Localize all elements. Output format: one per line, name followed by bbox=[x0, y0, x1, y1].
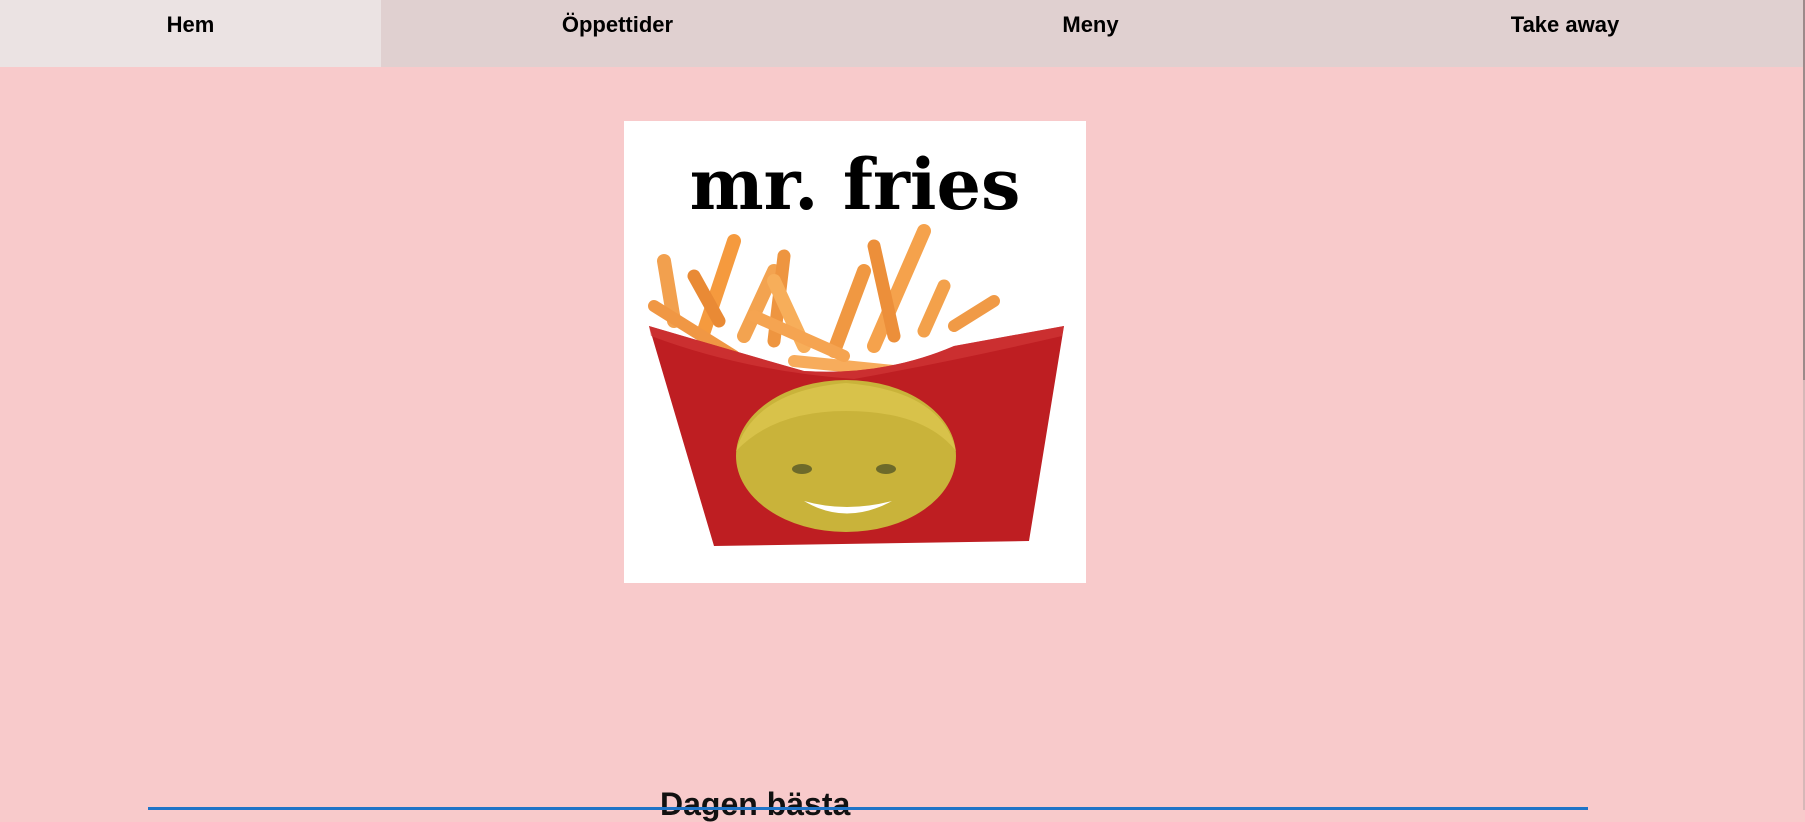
nav-item-hem[interactable]: Hem bbox=[0, 0, 381, 67]
nav-item-label: Hem bbox=[166, 12, 215, 37]
section-heading: Dagen bästa bbox=[660, 786, 851, 822]
top-navigation: Hem Öppettider Meny Take away bbox=[0, 0, 1803, 67]
logo-wordmark: mr. fries bbox=[690, 143, 1021, 226]
nav-item-take-away[interactable]: Take away bbox=[1327, 0, 1803, 67]
fries-box-logo-image: mr. fries bbox=[648, 143, 1064, 546]
logo-image: mr. fries bbox=[624, 121, 1086, 583]
nav-item-label: Take away bbox=[1510, 12, 1620, 37]
nav-item-oppettider[interactable]: Öppettider bbox=[381, 0, 854, 67]
nav-item-label: Meny bbox=[1062, 12, 1119, 37]
nav-item-meny[interactable]: Meny bbox=[854, 0, 1327, 67]
nav-item-label: Öppettider bbox=[561, 12, 674, 37]
